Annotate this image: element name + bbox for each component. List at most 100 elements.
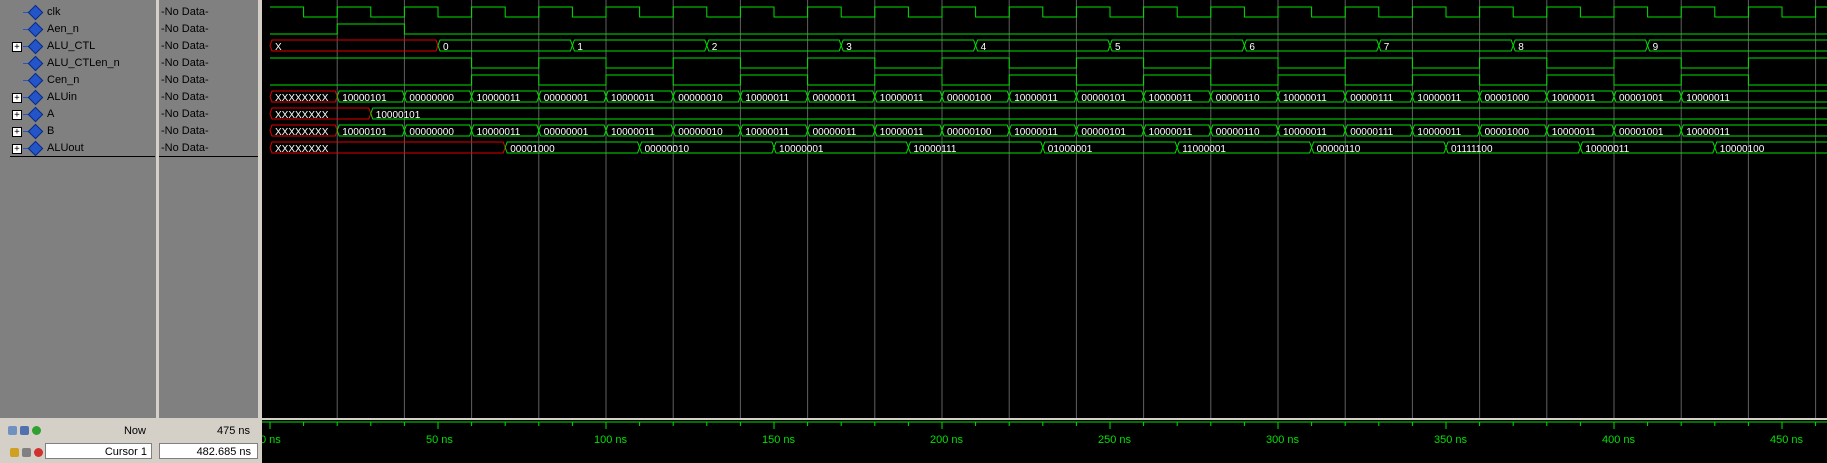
signal-row-cen_n[interactable]: Cen_n [0, 72, 156, 89]
alu_ctl-value-label: 9 [1653, 42, 1659, 53]
cursor-label: Cursor 1 [104, 446, 147, 458]
alu_ctl-value-label: 1 [577, 42, 583, 53]
edit-icon[interactable] [22, 448, 31, 457]
signal-row-alu_ctl[interactable]: + ALU_CTL [0, 38, 156, 55]
signal-value-row[interactable]: -No Data- [159, 55, 258, 72]
zoom-icon[interactable] [8, 426, 17, 435]
signal-row-aluin[interactable]: + ALUin [0, 89, 156, 106]
alu_ctl-value-label: 4 [981, 42, 987, 53]
aluin-value-label: 10000011 [477, 93, 521, 104]
signal-value-row[interactable]: -No Data- [159, 89, 258, 106]
timeline-ruler[interactable]: 0 ns 50 ns 100 ns 150 ns 200 ns 250 ns 300 ns 3… [262, 420, 1827, 463]
aluin-value-label: 10000011 [1686, 93, 1730, 104]
status-values: 475 ns 482.685 ns [159, 420, 258, 463]
alu_ctl-segment [437, 39, 573, 52]
signal-icon [27, 55, 44, 72]
aluout-value-label: XXXXXXXX [275, 144, 329, 155]
now-label: Now [123, 425, 146, 437]
cursor-value-box: 482.685 ns [159, 443, 258, 459]
aluin-value-label: 00000110 [1216, 93, 1260, 104]
window-icon[interactable] [20, 426, 29, 435]
waveform-canvas[interactable]: X 0 1 2 3 4 5 6 7 8 9 XXXXXXXX 10000101 00000000 10000… [262, 0, 1827, 418]
add-cursor-icon[interactable] [32, 426, 41, 435]
signal-value-row[interactable]: -No Data- [159, 106, 258, 123]
signal-value-row[interactable]: -No Data- [159, 72, 258, 89]
signal-names-pane: clk Aen_n + ALU_CTL ALU_CTLen_n Cen_n + ALUin + A… [0, 0, 156, 418]
signal-icon [27, 123, 44, 140]
ruler-label: 400 ns [1602, 434, 1636, 446]
signal-value: -No Data- [161, 23, 209, 35]
alu_ctl-segment [1109, 39, 1245, 52]
expand-icon[interactable]: + [12, 127, 22, 137]
waveform-pane[interactable]: X 0 1 2 3 4 5 6 7 8 9 XXXXXXXX 10000101 00000000 10000… [262, 0, 1827, 418]
signal-value-row[interactable]: -No Data- [159, 21, 258, 38]
alu_ctl-segment [975, 39, 1111, 52]
alu_ctl-segment [1378, 39, 1514, 52]
alu_ctl-value-label: 8 [1518, 42, 1524, 53]
signal-row-aen_n[interactable]: Aen_n [0, 21, 156, 38]
signal-row-b[interactable]: + B [0, 123, 156, 140]
alu_ctl-value-label: X [275, 42, 282, 53]
delete-cursor-icon[interactable] [34, 448, 43, 457]
alu_ctl-value-label: 6 [1249, 42, 1255, 53]
signal-name: ALU_CTL [47, 40, 96, 52]
signal-value-row[interactable]: -No Data- [159, 140, 258, 157]
b-value-label: 00000101 [1081, 127, 1126, 138]
alu_ctl-segment [571, 39, 708, 52]
signal-value: -No Data- [161, 108, 209, 120]
aluout-value-label: 10000011 [1585, 144, 1629, 155]
b-value-label: 00000001 [544, 127, 589, 138]
signal-name: ALUin [47, 91, 77, 103]
aluout-value-label: 00000010 [645, 144, 690, 155]
cen_n-waveform [270, 74, 1827, 86]
aluin-value-label: 00000101 [1081, 93, 1126, 104]
a-value-label: XXXXXXXX [275, 110, 329, 121]
signal-name: A [47, 108, 55, 120]
aluin-value-label: 10000011 [745, 93, 789, 104]
signal-row-alu_ctlen_n[interactable]: ALU_CTLen_n [0, 55, 156, 72]
lock-icon[interactable] [10, 448, 19, 457]
b-value-label: 00000010 [678, 127, 723, 138]
signal-row-clk[interactable]: clk [0, 4, 156, 21]
alu_ctl-value-label: 0 [443, 42, 449, 53]
signal-name: Cen_n [47, 74, 80, 86]
expand-icon[interactable]: + [12, 144, 22, 154]
signal-row-a[interactable]: + A [0, 106, 156, 123]
signal-value-row[interactable]: -No Data- [159, 123, 258, 140]
signal-icon [27, 38, 44, 55]
b-value-label: 00001000 [1485, 127, 1530, 138]
signal-value-row[interactable]: -No Data- [159, 38, 258, 55]
aluin-value-label: 10000011 [880, 93, 924, 104]
clk-waveform [270, 6, 1827, 18]
a-value-label: 10000101 [376, 110, 421, 121]
signal-name: ALUout [47, 142, 84, 154]
expand-icon[interactable]: + [12, 93, 22, 103]
alu_ctl-value-label: 3 [846, 42, 852, 53]
signal-value-row[interactable]: -No Data- [159, 4, 258, 21]
now-value: 475 ns [216, 425, 250, 437]
aluout-value-label: 10000111 [913, 144, 956, 155]
a-segment [370, 107, 1827, 120]
b-value-label: XXXXXXXX [275, 127, 329, 138]
aluin-value-label: 10000011 [611, 93, 655, 104]
cursor-name-box[interactable]: Cursor 1 [45, 443, 152, 459]
pane-divider[interactable] [156, 0, 158, 463]
expand-icon[interactable]: + [12, 110, 22, 120]
selection-underline [159, 156, 258, 157]
aluin-value-label: 00001001 [1619, 93, 1664, 104]
aluin-value-label: 10000011 [1014, 93, 1058, 104]
b-value-label: 00000100 [947, 127, 992, 138]
signal-icon [27, 140, 44, 157]
aluin-value-label: 00000111 [1350, 93, 1393, 104]
aluout-value-label: 10000001 [779, 144, 824, 155]
aluin-value-label: 00000001 [544, 93, 589, 104]
aluout-value-label: 00001000 [510, 144, 555, 155]
aluin-value-label: 00000000 [409, 93, 454, 104]
b-value-label: 00000000 [409, 127, 454, 138]
signal-row-aluout[interactable]: + ALUout [0, 140, 156, 157]
aluin-value-label: 00000100 [947, 93, 992, 104]
ruler-label: 150 ns [762, 434, 796, 446]
signal-value: -No Data- [161, 91, 209, 103]
expand-icon[interactable]: + [12, 42, 22, 52]
alu_ctl-value-label: 7 [1384, 42, 1390, 53]
